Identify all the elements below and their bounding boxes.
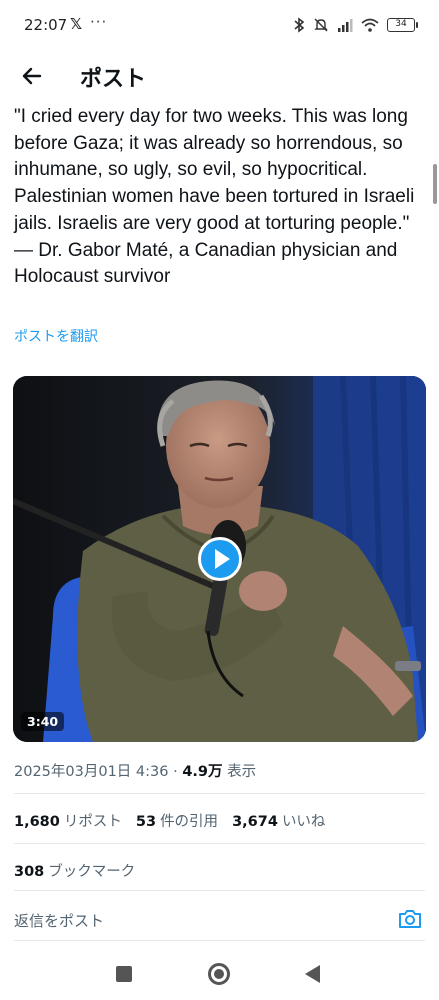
- header: ポスト: [0, 52, 439, 100]
- recent-apps-icon[interactable]: [116, 966, 132, 982]
- quotes-label: 件の引用: [160, 814, 219, 830]
- bluetooth-icon: [294, 17, 305, 33]
- divider: [14, 843, 425, 844]
- quotes-stat[interactable]: 53 件の引用: [136, 810, 218, 831]
- views-label: 表示: [222, 764, 257, 780]
- system-nav-bar: [0, 948, 439, 1000]
- bookmarks-stat[interactable]: 308 ブックマーク: [14, 860, 135, 881]
- wifi-icon: [361, 18, 379, 32]
- likes-count: 3,674: [232, 814, 278, 830]
- translate-post-link[interactable]: ポストを翻訳: [14, 326, 98, 346]
- system-back-icon[interactable]: [305, 965, 320, 983]
- quotes-count: 53: [135, 814, 157, 830]
- post-timestamp[interactable]: 2025年03月01日 4:36: [14, 764, 168, 780]
- camera-icon[interactable]: [397, 906, 423, 932]
- mute-icon: [314, 18, 328, 32]
- status-time: 22:07: [24, 16, 68, 34]
- bookmarks-label: ブックマーク: [48, 864, 136, 880]
- status-icons: 34: [293, 14, 418, 36]
- divider: [14, 890, 425, 891]
- likes-stat[interactable]: 3,674 いいね: [232, 810, 325, 831]
- scrollbar[interactable]: [433, 164, 437, 204]
- divider: [14, 793, 425, 794]
- video-player[interactable]: 3:40: [13, 376, 426, 742]
- reposts-label: リポスト: [63, 814, 122, 830]
- likes-label: いいね: [281, 814, 326, 830]
- reply-input[interactable]: 返信をポスト: [14, 910, 384, 931]
- tweet-text: "I cried every day for two weeks. This w…: [14, 106, 415, 288]
- reposts-stat[interactable]: 1,680 リポスト: [14, 810, 122, 831]
- meta-separator: ·: [168, 764, 183, 780]
- signal-icon: [338, 19, 353, 32]
- page-title: ポスト: [80, 67, 147, 92]
- post-meta: 2025年03月01日 4:36 · 4.9万 表示: [14, 760, 256, 781]
- bookmarks-count: 308: [14, 864, 45, 880]
- video-duration: 3:40: [21, 712, 65, 731]
- divider: [14, 940, 425, 941]
- views-count: 4.9万: [182, 764, 223, 780]
- arrow-left-icon[interactable]: [18, 62, 46, 90]
- home-icon[interactable]: [208, 963, 230, 985]
- status-bar: 22:07 𝕏 ··· 34: [0, 0, 439, 52]
- battery-icon: 34: [387, 18, 418, 32]
- more-notifications-icon: ···: [90, 13, 108, 31]
- reposts-count: 1,680: [14, 814, 60, 830]
- play-icon[interactable]: [198, 537, 242, 581]
- engagement-stats: 1,680 リポスト 53 件の引用 3,674 いいね: [14, 810, 325, 831]
- x-logo-icon: 𝕏: [70, 15, 83, 33]
